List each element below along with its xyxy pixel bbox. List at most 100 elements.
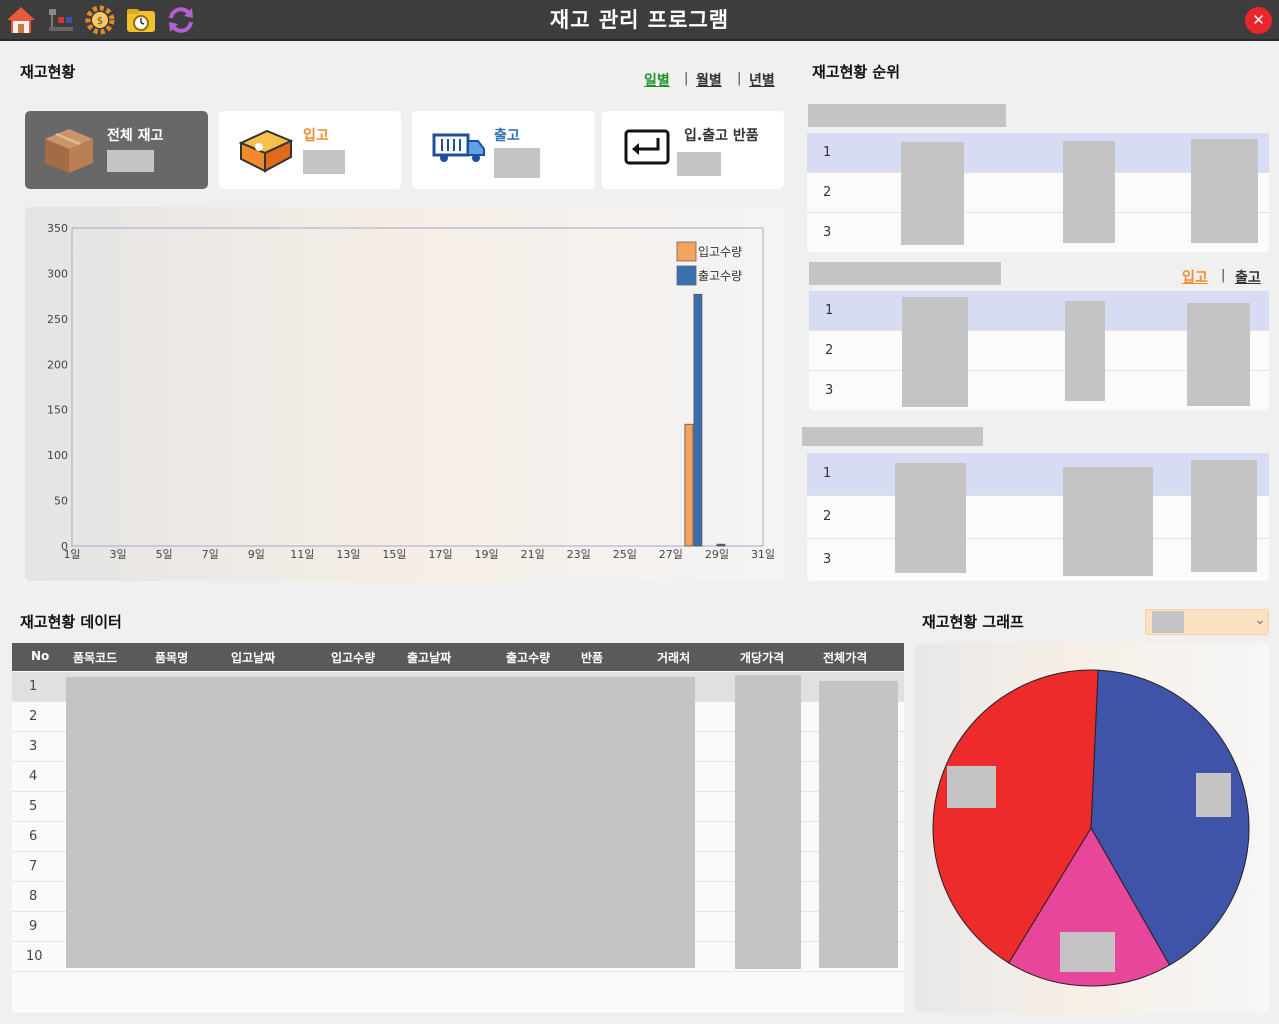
- card-value-placeholder: [494, 148, 540, 178]
- dropdown-value-placeholder: [1152, 611, 1184, 633]
- return-key-icon: [624, 129, 670, 169]
- period-separator: |: [737, 71, 742, 86]
- bar: [716, 543, 726, 547]
- ranking-cell-placeholder: [901, 142, 964, 245]
- x-tick-label: 5일: [156, 547, 173, 561]
- plot-area: [71, 227, 764, 547]
- period-separator: |: [684, 71, 689, 86]
- ranking-subtitle-placeholder: [808, 104, 1006, 127]
- card-label: 출고: [494, 128, 520, 144]
- card-label: 입고: [303, 128, 329, 144]
- legend-swatch: [676, 265, 697, 286]
- column-header[interactable]: 개당가격: [740, 649, 784, 666]
- x-tick-label: 25일: [613, 547, 637, 561]
- column-header[interactable]: 입고날짜: [231, 649, 275, 666]
- inbound-card[interactable]: 입고: [219, 111, 401, 189]
- ranking-subtitle-placeholder: [809, 262, 1001, 285]
- x-tick-label: 11일: [290, 547, 314, 561]
- legend-swatch: [676, 241, 697, 262]
- y-tick-label: 150: [47, 404, 68, 417]
- table-cells-placeholder: [819, 681, 898, 968]
- column-header[interactable]: 반품: [581, 649, 603, 666]
- column-header[interactable]: 전체가격: [823, 649, 867, 666]
- return-card[interactable]: 입.출고 반품: [602, 111, 784, 189]
- table-cells-placeholder: [66, 677, 695, 968]
- y-tick-label: 350: [47, 222, 68, 235]
- x-tick-label: 7일: [202, 547, 219, 561]
- card-label: 전체 재고: [107, 128, 164, 144]
- card-value-placeholder: [107, 150, 154, 172]
- x-tick-label: 9일: [248, 547, 265, 561]
- column-header[interactable]: No: [31, 649, 49, 663]
- x-tick-label: 1일: [63, 547, 80, 561]
- x-tick-label: 13일: [336, 547, 360, 561]
- ranking-outbound-link[interactable]: 출고: [1235, 267, 1261, 287]
- ranking-cell-placeholder: [1063, 141, 1115, 243]
- ranking-table-3: 1 2 3: [807, 453, 1269, 581]
- x-tick-label: 19일: [475, 547, 499, 561]
- pie-label-placeholder: [1196, 773, 1231, 817]
- column-header[interactable]: 품목코드: [73, 649, 117, 666]
- stock-status-title: 재고현황: [20, 63, 76, 81]
- total-stock-card[interactable]: 전체 재고: [25, 111, 208, 189]
- ranking-cell-placeholder: [895, 463, 966, 573]
- ranking-cell-placeholder: [1191, 139, 1258, 243]
- period-yearly-link[interactable]: 년별: [749, 70, 775, 90]
- close-button[interactable]: ✕: [1245, 7, 1272, 34]
- window-title: 재고 관리 프로그램: [549, 8, 730, 32]
- table-cells-placeholder: [735, 675, 801, 969]
- ranking-table-1: 1 2 3: [807, 133, 1269, 252]
- graph-title: 재고현황 그래프: [922, 613, 1024, 631]
- card-label: 입.출고 반품: [684, 128, 759, 144]
- x-tick-label: 31일: [751, 547, 775, 561]
- card-value-placeholder: [303, 150, 345, 174]
- column-header[interactable]: 품목명: [155, 649, 188, 666]
- period-monthly-link[interactable]: 월별: [696, 70, 722, 90]
- x-tick-label: 17일: [428, 547, 452, 561]
- table-header: No 품목코드 품목명 입고날짜 입고수량 출고날짜 출고수량 반품 거래처 개…: [12, 643, 904, 671]
- column-header[interactable]: 출고수량: [506, 649, 550, 666]
- card-value-placeholder: [677, 152, 721, 176]
- ranking-separator: |: [1221, 268, 1226, 283]
- legend-label: 출고수량: [698, 269, 742, 283]
- ranking-subtitle-placeholder: [802, 427, 983, 446]
- x-tick-label: 3일: [110, 547, 127, 561]
- stock-bar-chart: 0501001502002503003501일 3일 5일 7일 9일 11일 13일 15일…: [47, 222, 775, 561]
- pie-label-placeholder: [947, 766, 996, 808]
- x-tick-label: 27일: [659, 547, 683, 561]
- period-daily-link[interactable]: 일별: [644, 70, 670, 90]
- ranking-cell-placeholder: [1065, 301, 1105, 401]
- column-header[interactable]: 입고수량: [331, 649, 375, 666]
- ranking-cell-placeholder: [1187, 303, 1250, 406]
- y-tick-label: 250: [47, 313, 68, 326]
- column-header[interactable]: 출고날짜: [407, 649, 451, 666]
- package-icon: [237, 125, 294, 177]
- x-tick-label: 21일: [521, 547, 545, 561]
- legend-label: 입고수량: [698, 245, 742, 259]
- title-bar: $ 재고 관리 프로그램 ✕: [0, 0, 1279, 41]
- ranking-title: 재고현황 순위: [812, 63, 901, 81]
- ranking-table-2: 1 2 3: [809, 291, 1269, 410]
- bar: [693, 293, 703, 547]
- y-tick-label: 50: [54, 495, 68, 508]
- x-tick-label: 23일: [567, 547, 591, 561]
- chevron-down-icon: ⌄: [1254, 612, 1266, 628]
- x-tick-label: 15일: [382, 547, 406, 561]
- outbound-card[interactable]: 출고: [412, 111, 595, 189]
- pie-label-placeholder: [1060, 932, 1115, 972]
- truck-icon: [432, 131, 486, 169]
- ranking-inbound-link[interactable]: 입고: [1182, 267, 1208, 287]
- ranking-cell-placeholder: [1063, 467, 1153, 576]
- ranking-cell-placeholder: [902, 297, 968, 407]
- box-icon: [41, 123, 97, 179]
- graph-type-dropdown[interactable]: ⌄: [1145, 609, 1269, 635]
- ranking-cell-placeholder: [1191, 460, 1257, 572]
- stock-data-table: No 품목코드 품목명 입고날짜 입고수량 출고날짜 출고수량 반품 거래처 개…: [12, 643, 904, 1013]
- y-tick-label: 200: [47, 358, 68, 371]
- bar: [684, 423, 694, 547]
- data-table-title: 재고현황 데이터: [20, 613, 122, 631]
- column-header[interactable]: 거래처: [657, 649, 690, 666]
- pie-chart-panel: [914, 643, 1269, 1013]
- y-tick-label: 100: [47, 449, 68, 462]
- y-tick-label: 300: [47, 267, 68, 280]
